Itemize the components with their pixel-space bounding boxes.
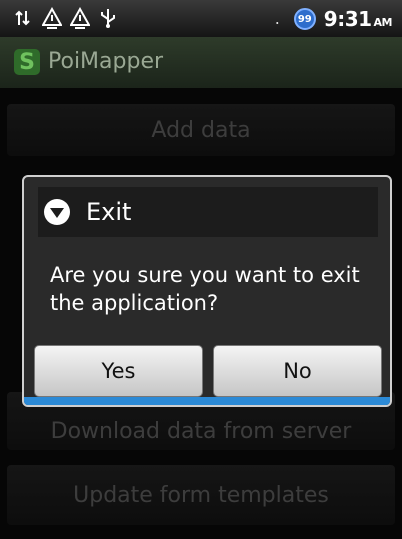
clock: 9:31 AM xyxy=(323,7,393,31)
exit-dialog: Exit Are you sure you want to exit the a… xyxy=(22,175,392,407)
app-title-bar: S PoiMapper xyxy=(0,37,402,88)
signal-warning-icon xyxy=(42,7,62,29)
app-logo-icon: S xyxy=(14,49,40,75)
yes-button[interactable]: Yes xyxy=(34,345,203,397)
battery-icon: 99 xyxy=(293,8,316,30)
app-title: PoiMapper xyxy=(48,49,164,74)
data-transfer-icon xyxy=(15,10,30,26)
alert-icon xyxy=(44,199,70,225)
clock-time: 9:31 xyxy=(323,7,372,31)
dialog-buttons: Yes No xyxy=(34,345,382,397)
usb-icon xyxy=(101,9,115,28)
signal-warning-icon xyxy=(70,7,90,29)
status-bar: . 99 9:31 AM xyxy=(0,0,402,37)
dialog-accent-bar xyxy=(24,397,390,405)
status-icons-left xyxy=(14,7,118,29)
no-button[interactable]: No xyxy=(213,345,382,397)
dialog-header: Exit xyxy=(38,187,378,237)
dialog-message: Are you sure you want to exit the applic… xyxy=(50,263,360,315)
clock-ampm: AM xyxy=(373,16,393,29)
notification-dot: . xyxy=(274,9,280,28)
status-icons-right: . 99 9:31 AM xyxy=(274,7,393,31)
dialog-title: Exit xyxy=(86,198,132,226)
